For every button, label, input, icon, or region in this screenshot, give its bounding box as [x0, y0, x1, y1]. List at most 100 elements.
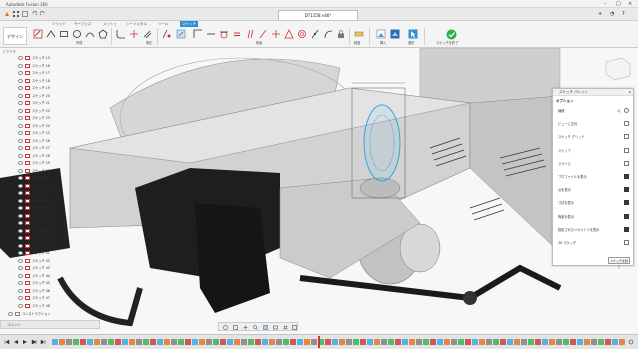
visibility-eye-icon[interactable] [18, 183, 23, 188]
option-checkbox[interactable] [624, 226, 629, 232]
browser-item[interactable]: スケッチ 18 [18, 78, 62, 84]
notifications-icon[interactable]: ◔ [610, 11, 614, 17]
fillet-icon[interactable] [116, 29, 126, 39]
timeline-feature-icon[interactable] [409, 339, 415, 345]
visibility-eye-icon[interactable] [18, 116, 23, 120]
timeline-feature-icon[interactable] [339, 339, 345, 345]
timeline-feature-icon[interactable] [500, 339, 506, 345]
browser-item[interactable]: スケッチ 16 [18, 63, 62, 69]
option-checkbox[interactable] [624, 213, 629, 219]
symmetry-icon[interactable] [310, 29, 320, 39]
browser-header[interactable]: ブラウザ [2, 50, 16, 55]
timeline-feature-icon[interactable] [535, 339, 541, 345]
timeline-feature-icon[interactable] [465, 339, 471, 345]
timeline-feature-icon[interactable] [430, 339, 436, 345]
undo-icon[interactable] [31, 11, 37, 17]
inspect-group-label[interactable]: 検査 [354, 40, 360, 45]
arc-icon[interactable] [85, 29, 95, 39]
comments-panel[interactable]: コメント [0, 320, 100, 329]
palette-option-row[interactable]: プロファイルを表示 [558, 172, 632, 181]
play-icon[interactable] [22, 339, 28, 345]
tab-solid[interactable]: ソリッド [52, 21, 66, 27]
timeline-feature-icon[interactable] [108, 339, 114, 345]
browser-item[interactable]: スケッチ 26 [18, 138, 62, 144]
palette-option-row[interactable]: 3D スケッチ [558, 238, 632, 247]
visibility-eye-icon[interactable] [18, 138, 23, 143]
palette-option-row[interactable]: 線種 ◁ [558, 106, 632, 115]
help-icon[interactable]: ? [622, 11, 625, 17]
timeline-feature-icon[interactable] [325, 339, 331, 345]
timeline-feature-icon[interactable] [297, 339, 303, 345]
timeline-feature-icon[interactable] [227, 339, 233, 345]
check-circle-icon[interactable] [446, 29, 457, 40]
zoom-icon[interactable] [253, 325, 258, 330]
timeline-feature-icon[interactable] [199, 339, 205, 345]
timeline-feature-icon[interactable] [94, 339, 100, 345]
timeline-feature-icon[interactable] [556, 339, 562, 345]
visibility-eye-icon[interactable] [18, 168, 23, 173]
browser-item[interactable]: スケッチ 20 [18, 93, 62, 99]
timeline-feature-icon[interactable] [276, 339, 282, 345]
go-to-end-icon[interactable] [40, 339, 46, 345]
timeline-feature-icon[interactable] [241, 339, 247, 345]
pan-icon[interactable] [243, 325, 248, 330]
timeline-feature-icon[interactable] [304, 339, 310, 345]
visibility-eye-icon[interactable] [18, 86, 23, 90]
browser-item[interactable]: スケッチ 19 [18, 85, 62, 91]
palette-option-row[interactable]: スナップ [558, 146, 632, 155]
visibility-eye-icon[interactable] [18, 296, 23, 300]
timeline-feature-icon[interactable] [332, 339, 338, 345]
palette-option-row[interactable]: スケッチ グリッド [558, 132, 632, 141]
visibility-eye-icon[interactable] [18, 161, 23, 165]
visibility-eye-icon[interactable] [18, 251, 23, 255]
timeline-feature-icon[interactable] [437, 339, 443, 345]
timeline-feature-icon[interactable] [143, 339, 149, 345]
browser-item[interactable]: スケッチ 24 [18, 123, 62, 129]
collapse-icon[interactable]: ▸ [629, 89, 631, 96]
visibility-eye-icon[interactable] [18, 146, 23, 150]
browser-item[interactable]: スケッチ 44 [18, 273, 62, 279]
visibility-eye-icon[interactable] [18, 236, 23, 240]
timeline-feature-icon[interactable] [262, 339, 268, 345]
browser-item[interactable]: スケッチ 21 [18, 100, 62, 106]
construction-linetype-icon[interactable] [624, 108, 629, 113]
timeline-feature-icon[interactable] [472, 339, 478, 345]
timeline-feature-icon[interactable] [255, 339, 261, 345]
timeline-feature-icon[interactable] [507, 339, 513, 345]
lock-icon[interactable] [336, 29, 346, 39]
offset-icon[interactable] [142, 29, 152, 39]
insert-group-label[interactable]: 挿入 [380, 40, 386, 45]
viewcube-icon[interactable] [605, 57, 631, 81]
visibility-eye-icon[interactable] [18, 213, 23, 218]
timeline-feature-icon[interactable] [584, 339, 590, 345]
browser-item[interactable]: スケッチ 29 [18, 160, 62, 166]
new-tab-icon[interactable]: + [598, 11, 602, 17]
timeline-feature-icon[interactable] [171, 339, 177, 345]
polygon-icon[interactable] [98, 29, 108, 39]
timeline-feature-icon[interactable] [423, 339, 429, 345]
minimize-icon[interactable]: – [604, 1, 607, 7]
browser-item[interactable]: スケッチ 32 [18, 183, 62, 189]
timeline-feature-icon[interactable] [381, 339, 387, 345]
close-window-icon[interactable]: × [628, 1, 632, 7]
finish-sketch-button[interactable]: スケッチを終了 [436, 40, 458, 45]
visibility-eye-icon[interactable] [18, 101, 23, 105]
timeline-marker[interactable] [318, 336, 320, 348]
collinear-icon[interactable] [193, 29, 203, 39]
browser-item[interactable]: スケッチ 30 [18, 168, 62, 174]
canvas-viewport[interactable]: ブラウザ スケッチ 15 スケッチ 16 スケッチ 17 スケッチ 18 スケッチ 19… [0, 48, 638, 334]
timeline-feature-icon[interactable] [577, 339, 583, 345]
maximize-icon[interactable]: □ [616, 1, 621, 7]
timeline-feature-icon[interactable] [52, 339, 58, 345]
measure-icon[interactable] [354, 29, 364, 39]
coincident-icon[interactable] [162, 29, 172, 39]
visibility-eye-icon[interactable] [18, 303, 23, 308]
tangent-icon[interactable] [219, 29, 229, 39]
viewports-icon[interactable] [292, 325, 297, 330]
visibility-eye-icon[interactable] [18, 281, 23, 285]
browser-item[interactable]: スケッチ 35 [18, 205, 62, 211]
browser-item[interactable]: スケッチ 17 [18, 70, 62, 76]
browser-item[interactable]: スケッチ 39 [18, 235, 62, 241]
timeline-feature-icon[interactable] [136, 339, 142, 345]
curvature-icon[interactable] [323, 29, 333, 39]
